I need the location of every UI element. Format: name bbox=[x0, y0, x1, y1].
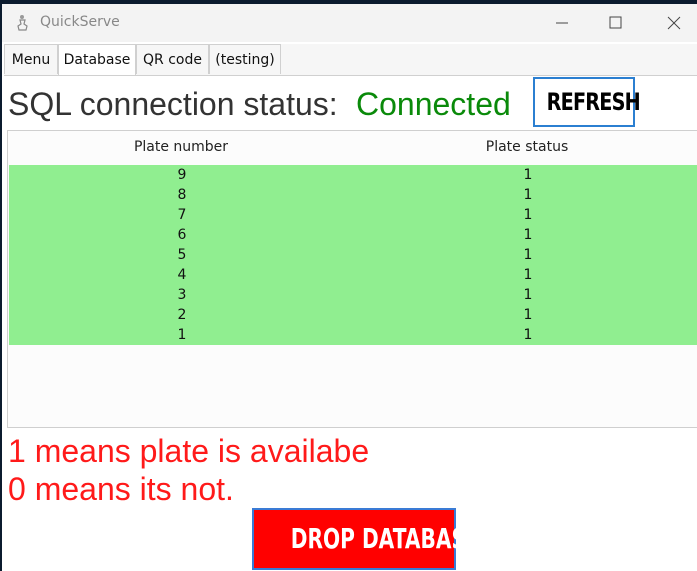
tab-qr-code[interactable]: QR code bbox=[136, 44, 209, 74]
plate-number-cell: 6 bbox=[177, 227, 187, 243]
table-row[interactable]: 8 1 bbox=[9, 185, 697, 205]
close-icon[interactable] bbox=[660, 11, 688, 35]
app-logo-icon bbox=[16, 14, 30, 32]
tab-bar: Menu Database QR code (testing) bbox=[4, 44, 697, 76]
tab-menu[interactable]: Menu bbox=[4, 44, 58, 74]
table-row[interactable]: 2 1 bbox=[9, 305, 697, 325]
plate-number-cell: 1 bbox=[177, 327, 187, 343]
status-value: Connected bbox=[356, 86, 511, 122]
column-header-plate-status[interactable]: Plate status bbox=[354, 139, 697, 155]
column-header-plate-number[interactable]: Plate number bbox=[8, 139, 354, 155]
maximize-icon[interactable] bbox=[601, 11, 629, 35]
refresh-button-label: REFRESH bbox=[546, 88, 641, 116]
legend-line-available: 1 means plate is availabe bbox=[8, 433, 370, 469]
table-row[interactable]: 4 1 bbox=[9, 265, 697, 285]
plate-status-cell: 1 bbox=[523, 307, 533, 323]
table-row[interactable]: 9 1 bbox=[9, 165, 697, 185]
plate-number-cell: 7 bbox=[177, 207, 187, 223]
legend-line-unavailable: 0 means its not. bbox=[8, 471, 234, 507]
plate-status-cell: 1 bbox=[523, 287, 533, 303]
status-label: SQL connection status: bbox=[8, 86, 338, 122]
tab-database[interactable]: Database bbox=[58, 44, 136, 75]
table-row[interactable]: 3 1 bbox=[9, 285, 697, 305]
plate-status-cell: 1 bbox=[523, 267, 533, 283]
window-title: QuickServe bbox=[40, 14, 120, 30]
plate-status-cell: 1 bbox=[523, 227, 533, 243]
drop-database-button[interactable]: DROP DATABASE bbox=[252, 508, 480, 570]
plate-number-cell: 2 bbox=[177, 307, 187, 323]
plate-status-cell: 1 bbox=[523, 247, 533, 263]
drop-database-button-label: DROP DATABASE bbox=[290, 522, 480, 555]
plate-status-cell: 1 bbox=[523, 327, 533, 343]
plate-number-cell: 5 bbox=[177, 247, 187, 263]
table-header: Plate number Plate status bbox=[8, 139, 697, 165]
plate-status-cell: 1 bbox=[523, 167, 533, 183]
table-body: 9 1 8 1 7 1 6 1 5 1 4 1 3 1 2 1 1 1 bbox=[9, 165, 697, 345]
plate-status-cell: 1 bbox=[523, 187, 533, 203]
plate-number-cell: 4 bbox=[177, 267, 187, 283]
plate-number-cell: 3 bbox=[177, 287, 187, 303]
app-window: QuickServe Menu Database QR code (testin… bbox=[2, 4, 697, 571]
plate-number-cell: 9 bbox=[177, 167, 187, 183]
legend-text: 1 means plate is availabe 0 means its no… bbox=[8, 432, 369, 508]
minimize-icon[interactable] bbox=[548, 11, 576, 35]
title-bar[interactable]: QuickServe bbox=[2, 4, 697, 42]
table-row[interactable]: 6 1 bbox=[9, 225, 697, 245]
table-row[interactable]: 5 1 bbox=[9, 245, 697, 265]
table-row[interactable]: 1 1 bbox=[9, 325, 697, 345]
tab-testing[interactable]: (testing) bbox=[209, 44, 281, 74]
plate-number-cell: 8 bbox=[177, 187, 187, 203]
table-row[interactable]: 7 1 bbox=[9, 205, 697, 225]
plate-status-cell: 1 bbox=[523, 207, 533, 223]
refresh-button[interactable]: REFRESH bbox=[533, 77, 641, 127]
plates-table: Plate number Plate status 9 1 8 1 7 1 6 … bbox=[7, 130, 697, 428]
